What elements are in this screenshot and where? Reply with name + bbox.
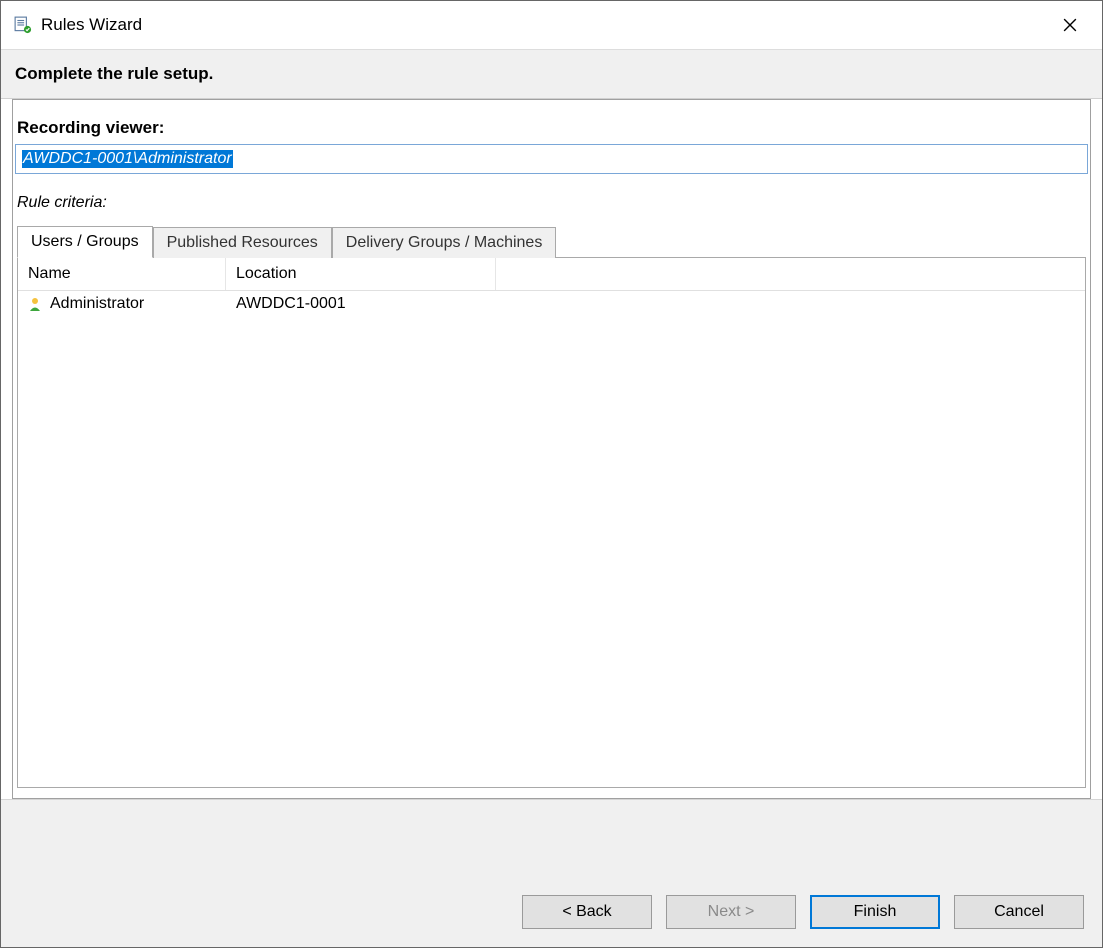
window-title: Rules Wizard bbox=[41, 15, 1048, 35]
cell-name: Administrator bbox=[18, 295, 226, 313]
tab-published-resources[interactable]: Published Resources bbox=[153, 227, 332, 258]
cell-location: AWDDC1-0001 bbox=[226, 295, 496, 313]
table-row[interactable]: Administrator AWDDC1-0001 bbox=[18, 291, 1085, 317]
recording-viewer-input[interactable]: AWDDC1-0001\Administrator bbox=[15, 144, 1088, 174]
recording-viewer-value: AWDDC1-0001\Administrator bbox=[22, 150, 233, 168]
rule-criteria-label: Rule criteria: bbox=[15, 194, 1088, 226]
row-name: Administrator bbox=[50, 295, 144, 313]
wizard-footer: < Back Next > Finish Cancel bbox=[1, 799, 1102, 947]
footer-spacer bbox=[1, 800, 1102, 877]
column-name[interactable]: Name bbox=[18, 258, 226, 290]
criteria-tabs: Users / Groups Published Resources Deliv… bbox=[17, 226, 1088, 257]
wizard-body: Recording viewer: AWDDC1-0001\Administra… bbox=[1, 99, 1102, 947]
next-button: Next > bbox=[666, 895, 796, 929]
back-button[interactable]: < Back bbox=[522, 895, 652, 929]
cancel-button[interactable]: Cancel bbox=[954, 895, 1084, 929]
wizard-step-header: Complete the rule setup. bbox=[1, 50, 1102, 99]
button-row: < Back Next > Finish Cancel bbox=[1, 877, 1102, 947]
column-location[interactable]: Location bbox=[226, 258, 496, 290]
table-body: Administrator AWDDC1-0001 bbox=[18, 291, 1085, 317]
close-button[interactable] bbox=[1048, 9, 1092, 41]
tab-label: Delivery Groups / Machines bbox=[346, 234, 543, 251]
criteria-table: Name Location Administrator bbox=[17, 257, 1086, 788]
finish-button[interactable]: Finish bbox=[810, 895, 940, 929]
tab-users-groups[interactable]: Users / Groups bbox=[17, 226, 153, 258]
tab-label: Users / Groups bbox=[31, 233, 139, 250]
rules-wizard-window: Rules Wizard Complete the rule setup. Re… bbox=[0, 0, 1103, 948]
tab-label: Published Resources bbox=[167, 234, 318, 251]
app-icon bbox=[13, 15, 33, 35]
recording-viewer-label: Recording viewer: bbox=[15, 118, 1088, 144]
table-header: Name Location bbox=[18, 258, 1085, 291]
titlebar: Rules Wizard bbox=[1, 1, 1102, 50]
wizard-step-title: Complete the rule setup. bbox=[15, 64, 213, 83]
row-location: AWDDC1-0001 bbox=[236, 295, 346, 312]
content-panel: Recording viewer: AWDDC1-0001\Administra… bbox=[12, 99, 1091, 799]
tab-delivery-groups[interactable]: Delivery Groups / Machines bbox=[332, 227, 557, 258]
user-icon bbox=[27, 296, 43, 312]
close-icon bbox=[1063, 18, 1077, 32]
